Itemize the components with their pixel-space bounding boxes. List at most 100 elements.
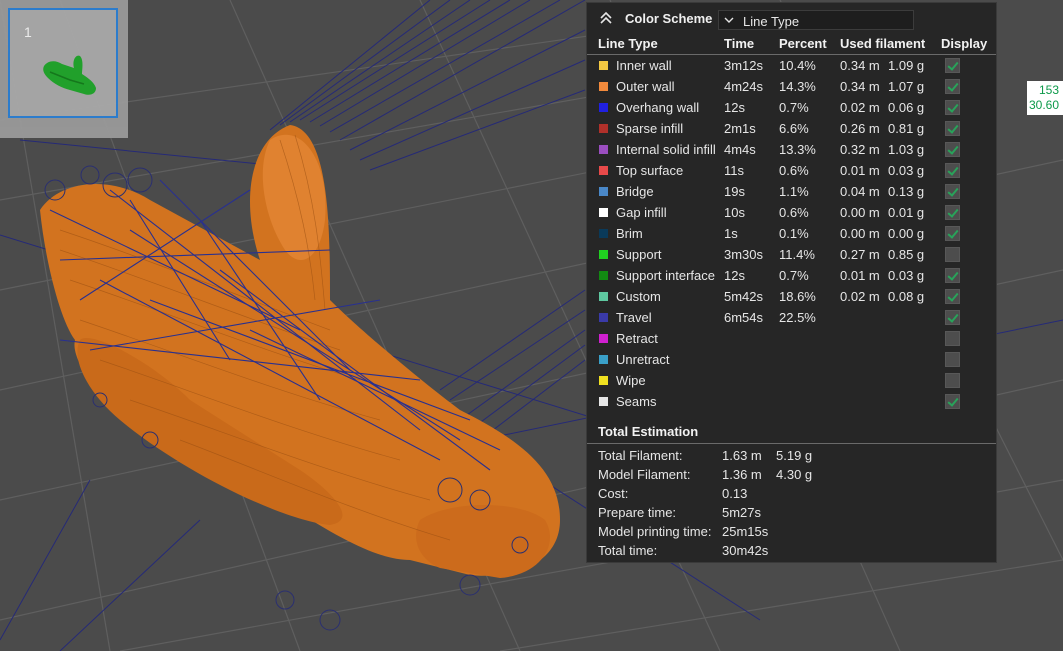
line-type-time: 12s	[724, 268, 745, 283]
line-type-color-swatch	[599, 82, 608, 91]
legend-row: Gap infill 10s 0.6% 0.00 m 0.01 g	[587, 202, 996, 223]
line-type-weight: 0.13 g	[888, 184, 925, 199]
color-scheme-label: Color Scheme	[625, 11, 713, 26]
line-type-color-swatch	[599, 250, 608, 259]
line-type-length: 0.00 m	[840, 205, 880, 220]
total-value-primary: 30m42s	[722, 543, 769, 558]
legend-row: Overhang wall 12s 0.7% 0.02 m 0.06 g	[587, 97, 996, 118]
legend-row: Support interface 12s 0.7% 0.01 m 0.03 g	[587, 265, 996, 286]
total-estimation-title: Total Estimation	[598, 424, 699, 439]
line-type-name: Custom	[616, 289, 661, 304]
display-checkbox[interactable]	[945, 226, 960, 241]
legend-row: Bridge 19s 1.1% 0.04 m 0.13 g	[587, 181, 996, 202]
line-type-percent: 10.4%	[779, 58, 816, 73]
line-type-time: 19s	[724, 184, 745, 199]
display-checkbox[interactable]	[945, 205, 960, 220]
line-type-weight: 0.08 g	[888, 289, 925, 304]
legend-row: Travel 6m54s 22.5%	[587, 307, 996, 328]
legend-table-header: Line Type Time Percent Used filament Dis…	[587, 35, 996, 55]
layer-readout-value: 153	[1038, 83, 1059, 97]
line-type-length: 0.34 m	[840, 58, 880, 73]
line-type-name: Brim	[616, 226, 643, 241]
line-type-percent: 0.6%	[779, 163, 809, 178]
layer-readout: 153 30.60	[1027, 81, 1063, 115]
line-type-color-swatch	[599, 397, 608, 406]
plate-index: 1	[24, 24, 32, 40]
total-estimation-row: Cost: 0.13	[587, 486, 996, 505]
line-type-name: Seams	[616, 394, 657, 409]
line-type-time: 1s	[724, 226, 738, 241]
display-checkbox[interactable]	[945, 268, 960, 283]
plate-thumbnail-frame[interactable]: 1	[8, 8, 118, 118]
line-type-color-swatch	[599, 208, 608, 217]
line-type-name: Retract	[616, 331, 658, 346]
total-label: Model printing time:	[598, 524, 712, 539]
header-used-filament: Used filament	[840, 36, 926, 51]
line-type-length: 0.27 m	[840, 247, 880, 262]
line-type-weight: 0.81 g	[888, 121, 925, 136]
line-type-name: Overhang wall	[616, 100, 700, 115]
line-type-color-swatch	[599, 145, 608, 154]
color-scheme-select[interactable]: Line Type	[718, 10, 914, 30]
total-label: Model Filament:	[598, 467, 691, 482]
line-type-name: Unretract	[616, 352, 670, 367]
line-type-weight: 0.06 g	[888, 100, 925, 115]
total-estimation-row: Total Filament: 1.63 m 5.19 g	[587, 448, 996, 467]
line-type-percent: 6.6%	[779, 121, 809, 136]
collapse-icon[interactable]	[599, 11, 613, 25]
line-type-percent: 0.7%	[779, 268, 809, 283]
line-type-color-swatch	[599, 61, 608, 70]
legend-row: Brim 1s 0.1% 0.00 m 0.00 g	[587, 223, 996, 244]
line-type-weight: 1.03 g	[888, 142, 925, 157]
line-type-color-swatch	[599, 166, 608, 175]
display-checkbox[interactable]	[945, 58, 960, 73]
plate-thumbnail[interactable]: 1	[0, 0, 128, 138]
line-type-time: 2m1s	[724, 121, 756, 136]
total-label: Total Filament:	[598, 448, 683, 463]
line-type-name: Gap infill	[616, 205, 667, 220]
line-type-length: 0.01 m	[840, 163, 880, 178]
line-type-percent: 13.3%	[779, 142, 816, 157]
header-time: Time	[724, 36, 755, 51]
line-type-length: 0.00 m	[840, 226, 880, 241]
display-checkbox[interactable]	[945, 142, 960, 157]
display-checkbox[interactable]	[945, 163, 960, 178]
line-type-time: 12s	[724, 100, 745, 115]
line-type-time: 11s	[724, 163, 744, 178]
display-checkbox[interactable]	[945, 373, 960, 388]
display-checkbox[interactable]	[945, 100, 960, 115]
line-type-time: 4m24s	[724, 79, 764, 94]
total-value-secondary: 4.30 g	[776, 467, 813, 482]
display-checkbox[interactable]	[945, 289, 960, 304]
display-checkbox[interactable]	[945, 121, 960, 136]
line-type-name: Outer wall	[616, 79, 675, 94]
total-value-primary: 1.63 m	[722, 448, 762, 463]
line-type-name: Travel	[616, 310, 652, 325]
display-checkbox[interactable]	[945, 331, 960, 346]
legend-row: Internal solid infill 4m4s 13.3% 0.32 m 1.03…	[587, 139, 996, 160]
total-value-primary: 25m15s	[722, 524, 769, 539]
line-type-percent: 1.1%	[779, 184, 809, 199]
line-type-weight: 0.03 g	[888, 268, 925, 283]
total-estimation-row: Total time: 30m42s	[587, 543, 996, 562]
line-type-weight: 0.00 g	[888, 226, 925, 241]
legend-row: Retract	[587, 328, 996, 349]
display-checkbox[interactable]	[945, 310, 960, 325]
display-checkbox[interactable]	[945, 352, 960, 367]
display-checkbox[interactable]	[945, 247, 960, 262]
total-estimation-row: Prepare time: 5m27s	[587, 505, 996, 524]
total-label: Cost:	[598, 486, 629, 501]
display-checkbox[interactable]	[945, 79, 960, 94]
line-type-time: 10s	[724, 205, 745, 220]
display-checkbox[interactable]	[945, 394, 960, 409]
line-type-name: Wipe	[616, 373, 646, 388]
line-type-time: 3m12s	[724, 58, 764, 73]
line-type-length: 0.02 m	[840, 100, 880, 115]
line-type-weight: 1.07 g	[888, 79, 925, 94]
total-value-secondary: 5.19 g	[776, 448, 813, 463]
legend-row: Custom 5m42s 18.6% 0.02 m 0.08 g	[587, 286, 996, 307]
line-type-name: Top surface	[616, 163, 684, 178]
total-label: Total time:	[598, 543, 658, 558]
display-checkbox[interactable]	[945, 184, 960, 199]
line-type-color-swatch	[599, 229, 608, 238]
